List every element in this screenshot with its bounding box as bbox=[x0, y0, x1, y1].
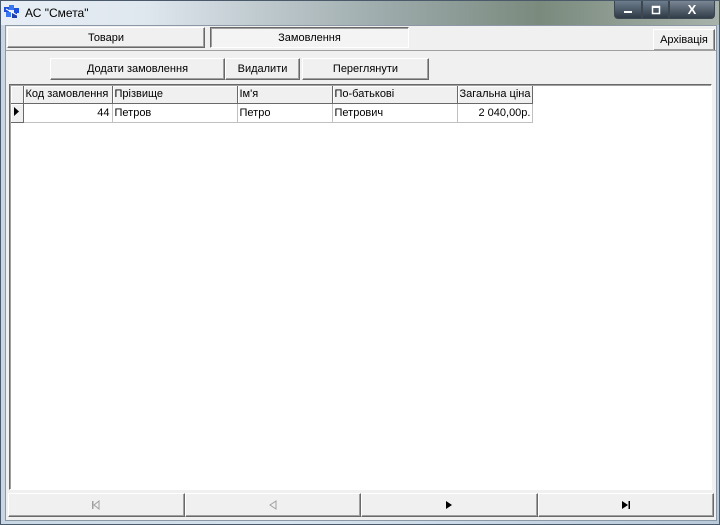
next-record-button[interactable] bbox=[361, 493, 538, 517]
tab-goods-label: Товари bbox=[87, 31, 125, 44]
close-button[interactable]: X bbox=[669, 1, 715, 19]
tab-goods[interactable]: Товари bbox=[7, 27, 205, 48]
column-header-code[interactable]: Код замовлення bbox=[23, 86, 113, 104]
row-indicator bbox=[11, 103, 24, 123]
first-record-icon bbox=[92, 500, 100, 510]
orders-table: Код замовлення Прізвище Ім'я По-батькові… bbox=[11, 86, 534, 123]
header-row: Код замовлення Прізвище Ім'я По-батькові… bbox=[11, 86, 534, 104]
minimize-icon bbox=[624, 10, 632, 13]
first-record-button[interactable] bbox=[8, 493, 185, 517]
last-record-icon bbox=[621, 501, 630, 509]
column-header-patronymic[interactable]: По-батькові bbox=[332, 86, 458, 104]
cell-total[interactable]: 2 040,00р. bbox=[457, 103, 534, 123]
last-record-button[interactable] bbox=[537, 493, 714, 517]
view-label: Переглянути bbox=[332, 63, 399, 75]
archive-button[interactable]: Архівація bbox=[653, 29, 715, 51]
current-row-arrow-icon bbox=[14, 106, 19, 116]
cell-name[interactable]: Петро bbox=[237, 103, 333, 123]
delete-button[interactable]: Видалити bbox=[225, 58, 300, 80]
indicator-header bbox=[11, 86, 24, 104]
maximize-button[interactable] bbox=[642, 1, 669, 19]
add-order-button[interactable]: Додати замовлення bbox=[50, 58, 225, 80]
view-button[interactable]: Переглянути bbox=[302, 58, 429, 80]
orders-grid[interactable]: Код замовлення Прізвище Ім'я По-батькові… bbox=[9, 84, 712, 490]
tab-orders-label: Замовлення bbox=[278, 31, 341, 44]
close-icon: X bbox=[687, 2, 697, 17]
column-header-surname[interactable]: Прізвище bbox=[112, 86, 238, 104]
prior-record-icon bbox=[268, 500, 277, 510]
app-icon bbox=[4, 5, 19, 18]
column-header-name[interactable]: Ім'я bbox=[237, 86, 333, 104]
window-title: АС "Смета" bbox=[25, 6, 89, 20]
title-bar[interactable]: АС "Смета" X bbox=[1, 1, 719, 25]
client-area: Товари Замовлення Архівація Додати замов… bbox=[5, 25, 717, 521]
table-row[interactable]: 44 Петров Петро Петрович 2 040,00р. bbox=[11, 103, 534, 123]
delete-label: Видалити bbox=[237, 63, 288, 75]
cell-surname[interactable]: Петров bbox=[112, 103, 238, 123]
maximize-icon bbox=[651, 5, 660, 14]
archive-button-label: Архівація bbox=[660, 34, 708, 46]
tab-divider bbox=[6, 50, 716, 51]
cell-patronymic[interactable]: Петрович bbox=[332, 103, 458, 123]
cell-code[interactable]: 44 bbox=[23, 103, 113, 123]
next-record-icon bbox=[446, 501, 453, 509]
column-header-total[interactable]: Загальна ціна bbox=[457, 86, 534, 104]
prior-record-button[interactable] bbox=[184, 493, 361, 517]
tab-orders[interactable]: Замовлення bbox=[210, 27, 409, 48]
app-window: АС "Смета" X Товари Замовлення Архівація… bbox=[0, 0, 720, 525]
add-order-label: Додати замовлення bbox=[86, 63, 189, 75]
record-navigator bbox=[8, 493, 714, 517]
minimize-button[interactable] bbox=[614, 1, 642, 19]
